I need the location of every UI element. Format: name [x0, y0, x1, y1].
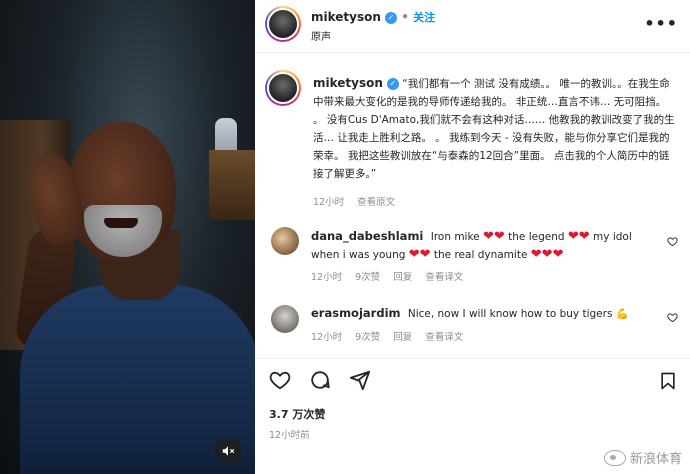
heart-icon — [667, 313, 678, 323]
red-heart-emoji: ❤ — [482, 229, 494, 244]
audio-label[interactable]: 原声 — [311, 28, 331, 43]
caption-time: 12小时 — [313, 197, 345, 208]
heart-icon[interactable] — [269, 369, 291, 391]
red-heart-emoji: ❤ — [408, 247, 420, 262]
paper-plane-icon[interactable] — [349, 369, 371, 391]
comment-like-count[interactable]: 9次赞 — [355, 272, 380, 283]
actions-divider — [255, 358, 690, 359]
comment-time: 12小时 — [311, 332, 343, 343]
comment-like-button[interactable] — [667, 312, 678, 326]
red-heart-emoji: ❤ — [530, 247, 542, 262]
comment-username[interactable]: erasmojardim — [311, 306, 401, 320]
post-header: miketyson ✓ • 关注 — [311, 9, 435, 25]
caption-meta: 12小时 查看原文 — [313, 194, 405, 208]
watermark: 新浪体育 — [603, 448, 682, 467]
comment-text: the real dynamite — [433, 249, 528, 261]
red-heart-emoji: ❤ — [419, 247, 431, 262]
comment-username[interactable]: dana_dabeshlami — [311, 229, 423, 243]
weibo-logo-icon — [603, 449, 626, 466]
red-heart-emoji: ❤ — [493, 229, 505, 244]
ellipsis-icon[interactable]: ••• — [644, 14, 678, 33]
comment-item: dana_dabeshlami Iron mike ❤❤ the legend … — [311, 228, 661, 264]
commenter-avatar[interactable] — [271, 305, 299, 333]
post-timestamp: 12小时前 — [269, 430, 310, 441]
commenter-avatar[interactable] — [271, 227, 299, 255]
post-panel: miketyson ✓ • 关注 原声 ••• miketyson ✓ “我们都有… — [255, 0, 690, 474]
background-frame — [209, 150, 255, 220]
author-username[interactable]: miketyson — [311, 10, 381, 24]
reply-button[interactable]: 回复 — [393, 332, 412, 343]
reply-button[interactable]: 回复 — [393, 272, 412, 283]
watermark-text: 新浪体育 — [629, 452, 682, 467]
comment-meta: 12小时 9次赞 回复 查看译文 — [311, 269, 473, 283]
author-avatar[interactable] — [265, 6, 301, 42]
flexed-biceps-emoji: 💪 — [615, 308, 629, 320]
verified-badge-icon: ✓ — [385, 11, 398, 24]
comment-text: Iron mike — [430, 231, 480, 243]
header-divider — [255, 52, 690, 53]
comment-text: the legend — [508, 231, 565, 243]
comment-like-button[interactable] — [667, 236, 678, 250]
bookmark-icon[interactable] — [658, 370, 678, 392]
caption-avatar[interactable] — [265, 70, 301, 106]
red-heart-emoji: ❤ — [552, 247, 564, 262]
action-bar — [269, 368, 371, 392]
comment-text: when i was young — [311, 249, 406, 261]
follow-button[interactable]: 关注 — [413, 11, 435, 24]
caption-block: miketyson ✓ “我们都有一个 测试 没有成绩。。 唯一的教训。。在我生命… — [313, 74, 675, 183]
speaker-muted-icon — [222, 446, 235, 456]
caption-username[interactable]: miketyson — [313, 76, 383, 90]
red-heart-emoji: ❤ — [567, 229, 579, 244]
comment-like-count[interactable]: 9次赞 — [355, 332, 380, 343]
comment-icon[interactable] — [309, 369, 331, 391]
red-heart-emoji: ❤ — [541, 247, 553, 262]
see-original-link[interactable]: 查看原文 — [357, 197, 395, 208]
see-translation-link[interactable]: 查看译文 — [425, 332, 463, 343]
comment-item: erasmojardim Nice, now I will know how t… — [311, 305, 661, 323]
see-translation-link[interactable]: 查看译文 — [425, 272, 463, 283]
verified-badge-icon: ✓ — [386, 78, 399, 90]
separator-dot: • — [401, 10, 409, 24]
mute-button[interactable] — [215, 438, 241, 464]
comment-meta: 12小时 9次赞 回复 查看译文 — [311, 329, 473, 343]
caption-text: “我们都有一个 测试 没有成绩。。 唯一的教训。。在我生命中带来最大变化的是我的… — [313, 78, 675, 180]
comment-time: 12小时 — [311, 272, 343, 283]
comment-text: Nice, now I will know how to buy tigers — [407, 308, 613, 320]
like-count[interactable]: 3.7 万次赞 — [269, 406, 325, 422]
heart-icon — [667, 237, 678, 247]
red-heart-emoji: ❤ — [578, 229, 590, 244]
post-video[interactable] — [0, 0, 255, 474]
comment-text: my idol — [593, 231, 632, 243]
speaker-mouth — [104, 218, 138, 228]
